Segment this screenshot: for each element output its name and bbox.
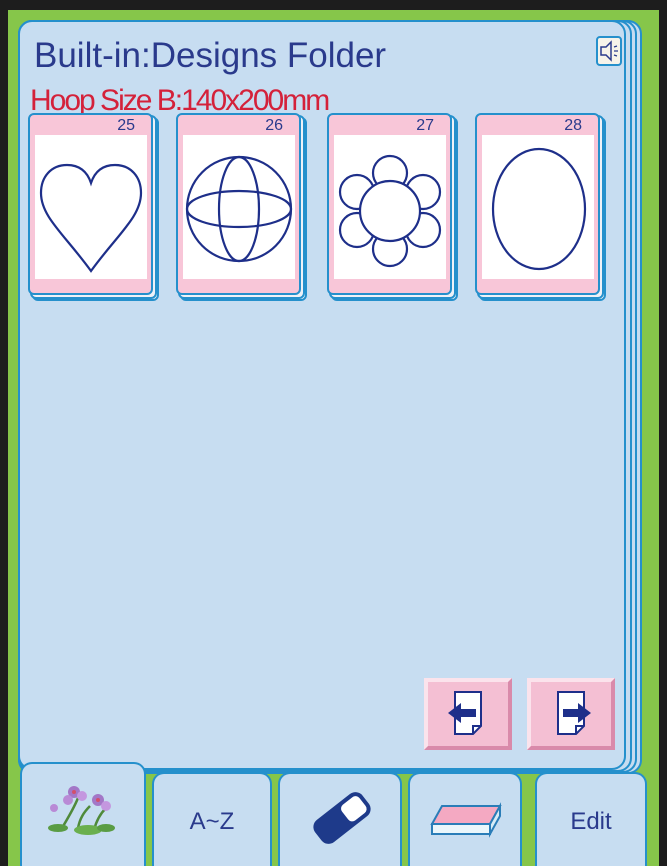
edit-label: Edit bbox=[570, 808, 612, 835]
sound-button[interactable] bbox=[596, 36, 622, 66]
design-card-face: 27 bbox=[327, 113, 452, 295]
design-card-25[interactable]: 25 bbox=[28, 113, 159, 301]
design-card-face: 25 bbox=[28, 113, 153, 295]
flowers-icon bbox=[48, 786, 115, 835]
design-number: 25 bbox=[117, 117, 135, 134]
tab-eraser[interactable] bbox=[278, 772, 402, 866]
sort-label: A~Z bbox=[189, 808, 235, 835]
tray-icon bbox=[430, 802, 502, 838]
flower-icon bbox=[338, 154, 442, 268]
arrow-right-page-icon bbox=[557, 691, 591, 735]
tab-edit[interactable]: Edit bbox=[535, 772, 647, 866]
oval-icon bbox=[491, 147, 587, 271]
design-card-28[interactable]: 28 bbox=[475, 113, 606, 301]
eraser-icon bbox=[313, 792, 371, 844]
tab-sort-alphabetical[interactable]: A~Z bbox=[152, 772, 272, 866]
design-thumbnail bbox=[334, 135, 446, 279]
speaker-icon bbox=[600, 40, 618, 62]
design-card-face: 28 bbox=[475, 113, 600, 295]
folder-title: Built-in:Designs Folder bbox=[34, 36, 387, 75]
design-number: 28 bbox=[564, 117, 582, 134]
design-card-face: 26 bbox=[176, 113, 301, 295]
heart-icon bbox=[39, 163, 143, 273]
design-thumbnail bbox=[35, 135, 147, 279]
design-number: 27 bbox=[416, 117, 434, 134]
design-card-27[interactable]: 27 bbox=[327, 113, 458, 301]
arrow-left-page-icon bbox=[448, 691, 482, 735]
tab-images[interactable] bbox=[20, 762, 146, 866]
previous-page-button[interactable] bbox=[424, 678, 512, 750]
globe-icon bbox=[185, 155, 293, 263]
design-thumbnail bbox=[482, 135, 594, 279]
design-card-26[interactable]: 26 bbox=[176, 113, 307, 301]
tab-tray[interactable] bbox=[408, 772, 522, 866]
next-page-button[interactable] bbox=[527, 678, 615, 750]
design-thumbnail bbox=[183, 135, 295, 279]
design-number: 26 bbox=[265, 117, 283, 134]
